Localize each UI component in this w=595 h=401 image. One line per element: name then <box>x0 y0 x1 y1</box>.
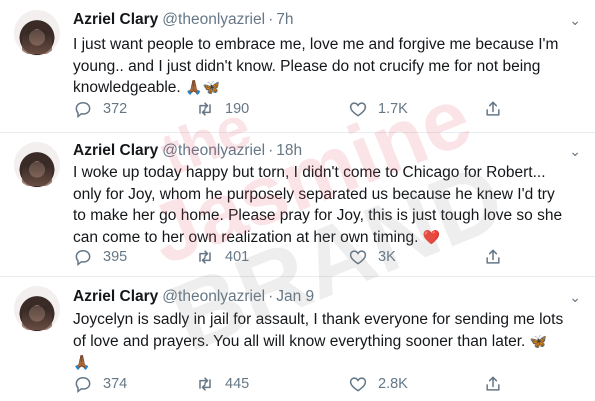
tweet-text: Joycelyn is sadly in jail for assault, I… <box>73 309 578 374</box>
share-icon <box>486 376 500 391</box>
timestamp[interactable]: 7h <box>276 11 293 28</box>
reply-button[interactable]: 395 <box>73 247 127 267</box>
tweet-line-text: can come to her own realization at her o… <box>73 228 419 246</box>
share-button[interactable] <box>483 247 513 267</box>
tweet-1[interactable]: Azriel Clary @theonlyazriel · 7h ⌄ I just w… <box>0 0 595 133</box>
retweet-icon <box>199 250 211 264</box>
reply-count: 374 <box>103 376 128 392</box>
user-handle[interactable]: @theonlyazriel <box>162 142 265 159</box>
tweet-text: I woke up today happy but torn, I didn't… <box>73 162 578 248</box>
reply-icon <box>75 101 91 119</box>
display-name[interactable]: Azriel Clary <box>73 11 158 28</box>
butterfly-emoji: 🦋 <box>529 332 548 349</box>
user-handle[interactable]: @theonlyazriel <box>162 288 265 305</box>
chevron-down-icon[interactable]: ⌄ <box>569 289 581 306</box>
tweet-line: Joycelyn is sadly in jail for assault, I… <box>73 311 564 328</box>
share-icon <box>486 101 500 116</box>
display-name[interactable]: Azriel Clary <box>73 288 158 305</box>
separator: · <box>268 11 274 28</box>
tweet-line: can come to her own realization at her o… <box>73 227 578 249</box>
retweet-count: 190 <box>225 101 250 117</box>
reply-count: 372 <box>103 101 128 117</box>
user-handle[interactable]: @theonlyazriel <box>162 11 265 28</box>
heart-icon <box>349 250 367 265</box>
tweet-3[interactable]: Azriel Clary @theonlyazriel · Jan 9 ⌄ Joyce… <box>0 277 595 401</box>
avatar[interactable] <box>14 10 60 56</box>
reply-button[interactable]: 372 <box>73 99 127 119</box>
avatar[interactable] <box>14 286 60 332</box>
tweet-actions: 374 445 2.8K <box>73 374 513 394</box>
red-heart-emoji: ❤️ <box>422 228 441 245</box>
tweet-line-text: knowledgeable. <box>73 79 181 96</box>
avatar[interactable] <box>14 142 60 188</box>
retweet-button[interactable]: 401 <box>195 247 249 267</box>
reply-button[interactable]: 374 <box>73 374 127 394</box>
folded-hands-emoji: 🙏🏾 <box>185 79 203 95</box>
retweet-button[interactable]: 445 <box>195 374 249 394</box>
timestamp[interactable]: 18h <box>276 142 302 159</box>
reply-icon <box>75 376 91 394</box>
retweet-icon <box>199 102 211 116</box>
separator: · <box>268 288 274 305</box>
chevron-down-icon[interactable]: ⌄ <box>569 12 581 29</box>
tweet-line-text: of love and prayers. You all will know e… <box>73 332 526 350</box>
reply-icon <box>75 249 91 267</box>
tweet-2[interactable]: Azriel Clary @theonlyazriel · 18h ⌄ I woke … <box>0 133 595 277</box>
tweet-line: to make her go home. Please pray for Joy… <box>73 207 563 224</box>
tweet-line: 🙏🏾 <box>73 352 578 374</box>
tweet-header: Azriel Clary @theonlyazriel · 7h <box>73 11 293 29</box>
like-count: 3K <box>378 249 396 265</box>
tweet-actions: 395 401 3K <box>73 247 513 267</box>
retweet-count: 445 <box>225 376 250 392</box>
tweet-line: of love and prayers. You all will know e… <box>73 331 578 353</box>
tweet-line: only for Joy, whom he purposely separate… <box>73 185 555 203</box>
tweet-line: I just want people to embrace me, love m… <box>73 36 559 53</box>
tweet-line: knowledgeable. 🙏🏾🦋 <box>73 77 578 99</box>
separator: · <box>268 142 274 159</box>
tweet-line: I woke up today happy but torn, I didn't… <box>73 164 546 181</box>
tweet-line: young.. and I just didn't know. Please d… <box>73 57 541 75</box>
share-button[interactable] <box>483 99 513 119</box>
heart-icon <box>349 377 367 392</box>
tweet-header: Azriel Clary @theonlyazriel · 18h <box>73 142 302 160</box>
display-name[interactable]: Azriel Clary <box>73 142 158 159</box>
heart-icon <box>349 102 367 117</box>
timestamp[interactable]: Jan 9 <box>276 288 314 305</box>
retweet-count: 401 <box>225 249 250 265</box>
share-button[interactable] <box>483 374 513 394</box>
retweet-icon <box>199 377 211 391</box>
reply-count: 395 <box>103 249 128 265</box>
like-count: 2.8K <box>378 376 408 392</box>
chevron-down-icon[interactable]: ⌄ <box>569 143 581 160</box>
folded-hands-emoji: 🙏🏾 <box>73 354 91 370</box>
like-button[interactable]: 1.7K <box>348 99 408 119</box>
share-icon <box>486 249 500 264</box>
like-button[interactable]: 2.8K <box>348 374 408 394</box>
tweet-actions: 372 190 1.7K <box>73 99 513 119</box>
tweet-text: I just want people to embrace me, love m… <box>73 34 578 99</box>
like-button[interactable]: 3K <box>348 247 396 267</box>
butterfly-emoji: 🦋 <box>202 79 220 95</box>
like-count: 1.7K <box>378 101 408 117</box>
tweet-header: Azriel Clary @theonlyazriel · Jan 9 <box>73 288 314 306</box>
retweet-button[interactable]: 190 <box>195 99 249 119</box>
